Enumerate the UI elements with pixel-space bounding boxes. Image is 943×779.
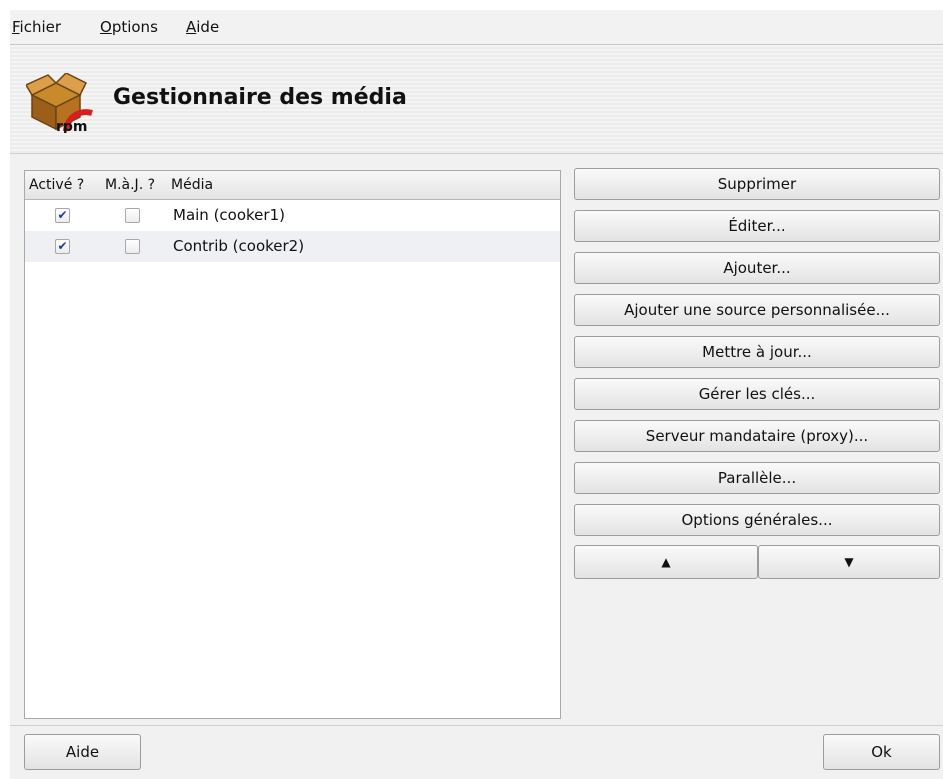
media-list: Activé ? M.à.J. ? Média ✔ Main (cooker1)… (24, 170, 561, 719)
proxy-button[interactable]: Serveur mandataire (proxy)... (574, 420, 940, 452)
list-header: Activé ? M.à.J. ? Média (25, 171, 560, 200)
table-row[interactable]: ✔ Contrib (cooker2) (25, 231, 560, 262)
footer-divider (10, 725, 943, 726)
move-down-button[interactable]: ▼ (758, 545, 940, 579)
check-icon: ✔ (57, 208, 68, 222)
table-row[interactable]: ✔ Main (cooker1) (25, 200, 560, 231)
enabled-checkbox[interactable]: ✔ (55, 239, 70, 254)
menu-options-label: ptions (111, 18, 158, 36)
manage-keys-button[interactable]: Gérer les clés... (574, 378, 940, 410)
arrow-up-icon: ▲ (661, 555, 671, 569)
column-header-update[interactable]: M.à.J. ? (105, 177, 155, 193)
update-checkbox[interactable] (125, 239, 140, 254)
rpm-box-icon: rpm (26, 73, 93, 133)
update-button[interactable]: Mettre à jour... (574, 336, 940, 368)
menu-aide[interactable]: Aide (186, 18, 219, 36)
menubar: Fichier Options Aide (10, 10, 943, 45)
menu-aide-mnemonic: A (186, 18, 197, 36)
menu-options-mnemonic: O (100, 18, 112, 36)
parallel-button[interactable]: Parallèle... (574, 462, 940, 494)
add-button[interactable]: Ajouter... (574, 252, 940, 284)
media-name: Contrib (cooker2) (173, 237, 305, 255)
add-custom-source-button[interactable]: Ajouter une source personnalisée... (574, 294, 940, 326)
column-header-enabled[interactable]: Activé ? (29, 177, 84, 193)
page-title: Gestionnaire des média (113, 85, 407, 110)
svg-text:rpm: rpm (56, 119, 88, 133)
media-manager-window: Fichier Options Aide rpm Gestionnaire de… (10, 10, 943, 779)
move-up-button[interactable]: ▲ (574, 545, 758, 579)
update-checkbox[interactable] (125, 208, 140, 223)
ok-button[interactable]: Ok (823, 734, 940, 770)
enabled-checkbox[interactable]: ✔ (55, 208, 70, 223)
menu-fichier-label: ichier (19, 18, 62, 36)
remove-button[interactable]: Supprimer (574, 168, 940, 200)
menu-fichier[interactable]: Fichier (12, 18, 61, 36)
menu-options[interactable]: Options (100, 18, 158, 36)
check-icon: ✔ (57, 239, 68, 253)
global-options-button[interactable]: Options générales... (574, 504, 940, 536)
menu-fichier-mnemonic: F (12, 18, 20, 36)
media-name: Main (cooker1) (173, 206, 285, 224)
help-button[interactable]: Aide (24, 734, 141, 770)
menu-aide-label: ide (196, 18, 220, 36)
column-header-media[interactable]: Média (171, 177, 213, 193)
arrow-down-icon: ▼ (844, 555, 854, 569)
header-banner: rpm Gestionnaire des média (10, 45, 943, 154)
edit-button[interactable]: Éditer... (574, 210, 940, 242)
